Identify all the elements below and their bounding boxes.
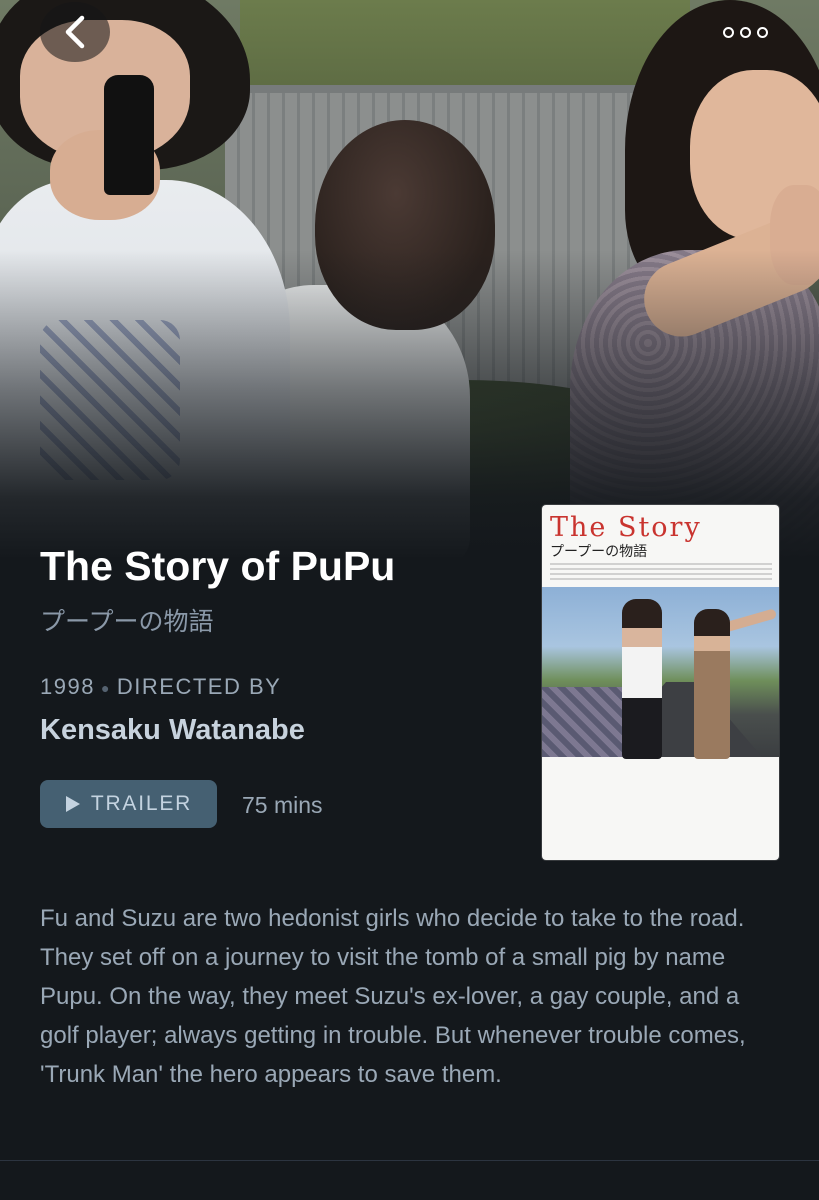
film-title: The Story of PuPu [40, 543, 396, 589]
back-button[interactable] [40, 2, 110, 62]
trailer-label: TRAILER [90, 792, 193, 815]
trailer-button[interactable]: TRAILER [40, 780, 217, 828]
original-title: プープーの物語 [40, 607, 214, 636]
directed-by-label: DIRECTED BY [116, 674, 282, 699]
director-link[interactable]: Kensaku Watanabe [40, 710, 510, 750]
section-divider [0, 1160, 819, 1161]
more-options-icon [722, 26, 734, 38]
backdrop-image [0, 0, 819, 560]
separator-dot: ● [100, 680, 111, 697]
release-year[interactable]: 1998 [40, 674, 95, 699]
poster-title: The Story [550, 512, 702, 543]
runtime: 75 mins [242, 792, 323, 818]
film-description: Fu and Suzu are two hedonist girls who d… [40, 905, 746, 1088]
film-meta: 1998 ● DIRECTED BY [40, 672, 510, 703]
play-icon [65, 796, 80, 812]
chevron-left-icon [65, 15, 85, 49]
film-poster[interactable]: The Story プープーの物語 [542, 505, 779, 860]
poster-fine-print [550, 563, 772, 583]
film-page: The Story of PuPu プープーの物語 1998 ● DIRECTED … [0, 0, 819, 1200]
poster-photo [542, 587, 779, 759]
more-options-button[interactable] [715, 14, 775, 50]
poster-subtitle: プープーの物語 [550, 544, 648, 560]
